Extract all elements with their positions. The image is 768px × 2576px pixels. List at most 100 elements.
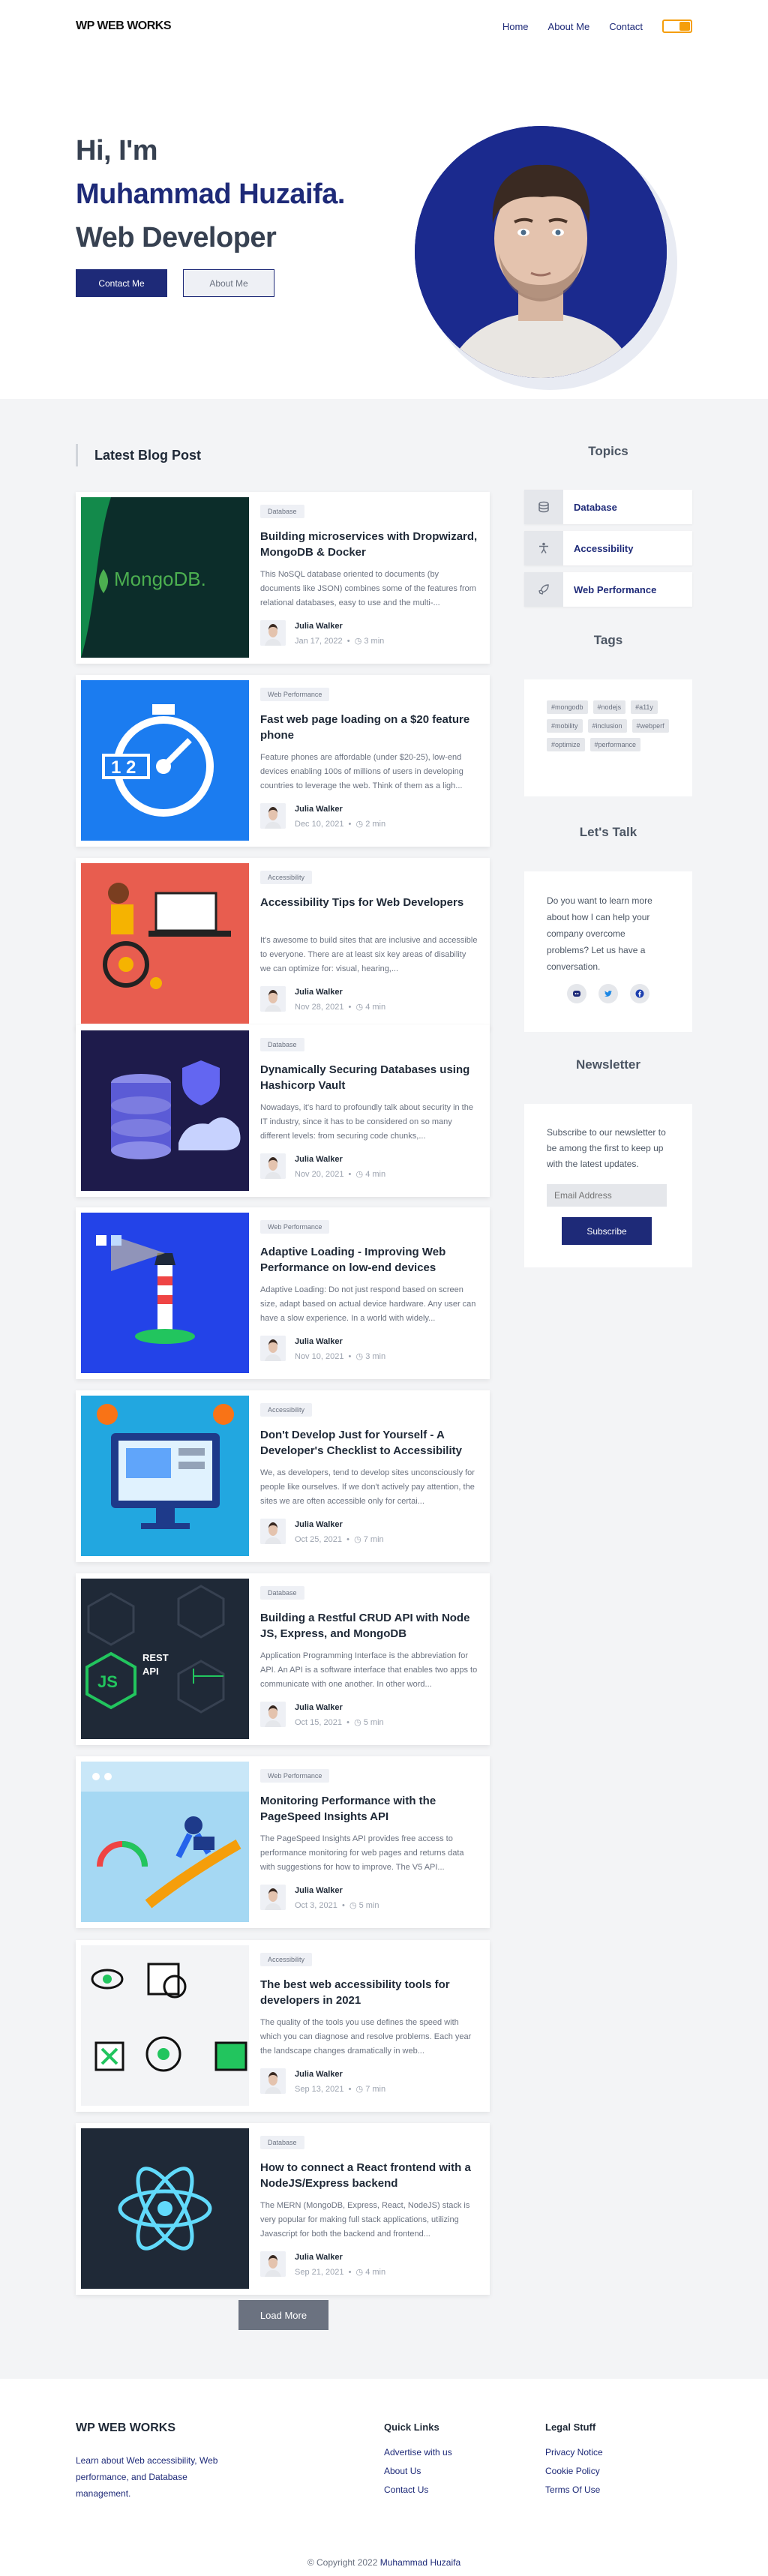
blog-thumbnail[interactable]: JS REST API — [81, 1579, 249, 1739]
rocket-icon — [524, 572, 563, 607]
blog-card[interactable]: Database Dynamically Securing Databases u… — [76, 1025, 490, 1197]
category-tag[interactable]: Database — [260, 1586, 304, 1600]
hero-role: Web Developer — [76, 222, 277, 253]
topic-web-performance[interactable]: Web Performance — [524, 572, 692, 607]
blog-thumbnail[interactable] — [81, 1762, 249, 1922]
blog-card[interactable]: Database How to connect a React frontend … — [76, 2123, 490, 2295]
category-tag[interactable]: Web Performance — [260, 1769, 330, 1783]
tag-chip[interactable]: #nodejs — [592, 700, 626, 714]
category-tag[interactable]: Web Performance — [260, 688, 330, 701]
blog-title[interactable]: Fast web page loading on a $20 feature p… — [260, 712, 478, 743]
footer-link-contact[interactable]: Contact Us — [384, 2481, 452, 2500]
blog-title[interactable]: Monitoring Performance with the PageSpee… — [260, 1793, 478, 1825]
category-tag[interactable]: Accessibility — [260, 1403, 313, 1417]
discord-icon[interactable] — [567, 984, 586, 1003]
blog-thumbnail[interactable] — [81, 1396, 249, 1556]
blog-card[interactable]: Accessibility The best web accessibility … — [76, 1940, 490, 2112]
footer-logo[interactable]: WP WEB WORKS — [76, 2422, 176, 2435]
lets-talk-title: Let's Talk — [579, 825, 638, 839]
read-time: 4 min — [365, 2268, 386, 2277]
read-time: 5 min — [358, 1901, 380, 1910]
footer-link-cookie[interactable]: Cookie Policy — [545, 2462, 603, 2481]
post-meta: Nov 10, 2021 • ◷ 3 min — [295, 1352, 386, 1361]
nav-contact[interactable]: Contact — [609, 21, 643, 32]
blog-card[interactable]: Accessibility Accessibility Tips for Web … — [76, 858, 490, 1030]
category-tag[interactable]: Accessibility — [260, 1953, 313, 1966]
site-header: WP WEB WORKS Home About Me Contact — [76, 0, 692, 52]
tag-chip[interactable]: #mobility — [547, 719, 583, 733]
blog-excerpt: Application Programming Interface is the… — [260, 1651, 478, 1689]
blog-thumbnail[interactable] — [81, 1213, 249, 1373]
blog-thumbnail[interactable]: 1 2 — [81, 680, 249, 841]
blog-title[interactable]: Building microservices with Dropwizard, … — [260, 529, 478, 560]
tag-chip[interactable]: #inclusion — [587, 719, 627, 733]
category-tag[interactable]: Database — [260, 2136, 304, 2149]
blog-thumbnail[interactable] — [81, 2128, 249, 2289]
blog-title[interactable]: Don't Develop Just for Yourself - A Deve… — [260, 1427, 478, 1459]
topic-database[interactable]: Database — [524, 490, 692, 524]
footer-link-privacy[interactable]: Privacy Notice — [545, 2443, 603, 2462]
copyright-name[interactable]: Muhammad Huzaifa — [380, 2557, 460, 2568]
blog-card[interactable]: MongoDB. Database Building microservices w… — [76, 492, 490, 664]
tag-chip[interactable]: #a11y — [631, 700, 658, 714]
blog-title[interactable]: Building a Restful CRUD API with Node JS… — [260, 1610, 478, 1642]
tag-chip[interactable]: #performance — [590, 738, 641, 751]
footer-link-terms[interactable]: Terms Of Use — [545, 2481, 603, 2500]
facebook-icon[interactable] — [630, 984, 650, 1003]
post-date: Nov 20, 2021 — [295, 1170, 344, 1179]
blog-card[interactable]: 1 2 Web Performance Fast web page loading … — [76, 675, 490, 847]
email-input[interactable] — [547, 1184, 667, 1207]
blog-title[interactable]: The best web accessibility tools for dev… — [260, 1977, 478, 2008]
post-date: Oct 3, 2021 — [295, 1901, 338, 1910]
post-date: Nov 28, 2021 — [295, 1003, 344, 1012]
post-meta: Sep 13, 2021 • ◷ 7 min — [295, 2085, 386, 2094]
category-tag[interactable]: Database — [260, 505, 304, 518]
blog-thumbnail[interactable] — [81, 1030, 249, 1191]
copyright-prefix: © Copyright 2022 — [307, 2557, 378, 2568]
read-time: 5 min — [363, 1718, 384, 1727]
blog-thumbnail[interactable] — [81, 1945, 249, 2106]
tag-chip[interactable]: #mongodb — [547, 700, 588, 714]
category-tag[interactable]: Database — [260, 1038, 304, 1051]
footer-link-about[interactable]: About Us — [384, 2462, 452, 2481]
profile-photo — [415, 126, 667, 378]
blog-excerpt: The PageSpeed Insights API provides free… — [260, 1834, 464, 1872]
author-avatar — [260, 1519, 286, 1544]
theme-toggle[interactable] — [662, 19, 692, 33]
blog-title[interactable]: How to connect a React frontend with a N… — [260, 2160, 478, 2191]
blog-title[interactable]: Adaptive Loading - Improving Web Perform… — [260, 1244, 478, 1276]
blog-excerpt: The quality of the tools you use defines… — [260, 2018, 472, 2056]
nav-about[interactable]: About Me — [548, 21, 590, 32]
tag-chip[interactable]: #webperf — [632, 719, 669, 733]
category-tag[interactable]: Web Performance — [260, 1220, 330, 1234]
blog-card[interactable]: Web Performance Monitoring Performance wi… — [76, 1756, 490, 1928]
category-tag[interactable]: Accessibility — [260, 871, 313, 884]
post-meta: Oct 15, 2021 • ◷ 5 min — [295, 1718, 384, 1727]
blog-card[interactable]: JS REST API Database Building a Restful CRUD… — [76, 1573, 490, 1745]
subscribe-button[interactable]: Subscribe — [562, 1217, 652, 1245]
clock-icon: ◷ — [356, 2268, 364, 2277]
blog-title[interactable]: Dynamically Securing Databases using Has… — [260, 1062, 478, 1093]
blog-title[interactable]: Accessibility Tips for Web Developers — [260, 895, 478, 910]
about-me-button[interactable]: About Me — [183, 269, 274, 297]
contact-me-button[interactable]: Contact Me — [76, 269, 167, 297]
load-more-button[interactable]: Load More — [238, 2300, 328, 2330]
author-avatar — [260, 620, 286, 646]
author-avatar — [260, 1885, 286, 1910]
site-logo[interactable]: WP WEB WORKS — [76, 19, 172, 33]
post-meta: Oct 25, 2021 • ◷ 7 min — [295, 1535, 384, 1544]
nav-home[interactable]: Home — [502, 21, 529, 32]
tag-chip[interactable]: #optimize — [547, 738, 585, 751]
blog-thumbnail[interactable]: MongoDB. — [81, 497, 249, 658]
legal-title: Legal Stuff — [545, 2422, 596, 2433]
author-avatar — [260, 2068, 286, 2094]
clock-icon: ◷ — [354, 1535, 362, 1544]
twitter-icon[interactable] — [598, 984, 618, 1003]
newsletter-text: Subscribe to our newsletter to be among … — [547, 1127, 666, 1169]
blog-excerpt: We, as developers, tend to develop sites… — [260, 1468, 475, 1506]
blog-thumbnail[interactable] — [81, 863, 249, 1024]
blog-card[interactable]: Web Performance Adaptive Loading - Improv… — [76, 1207, 490, 1379]
blog-card[interactable]: Accessibility Don't Develop Just for Your… — [76, 1390, 490, 1562]
topic-accessibility[interactable]: Accessibility — [524, 531, 692, 565]
footer-link-advertise[interactable]: Advertise with us — [384, 2443, 452, 2462]
